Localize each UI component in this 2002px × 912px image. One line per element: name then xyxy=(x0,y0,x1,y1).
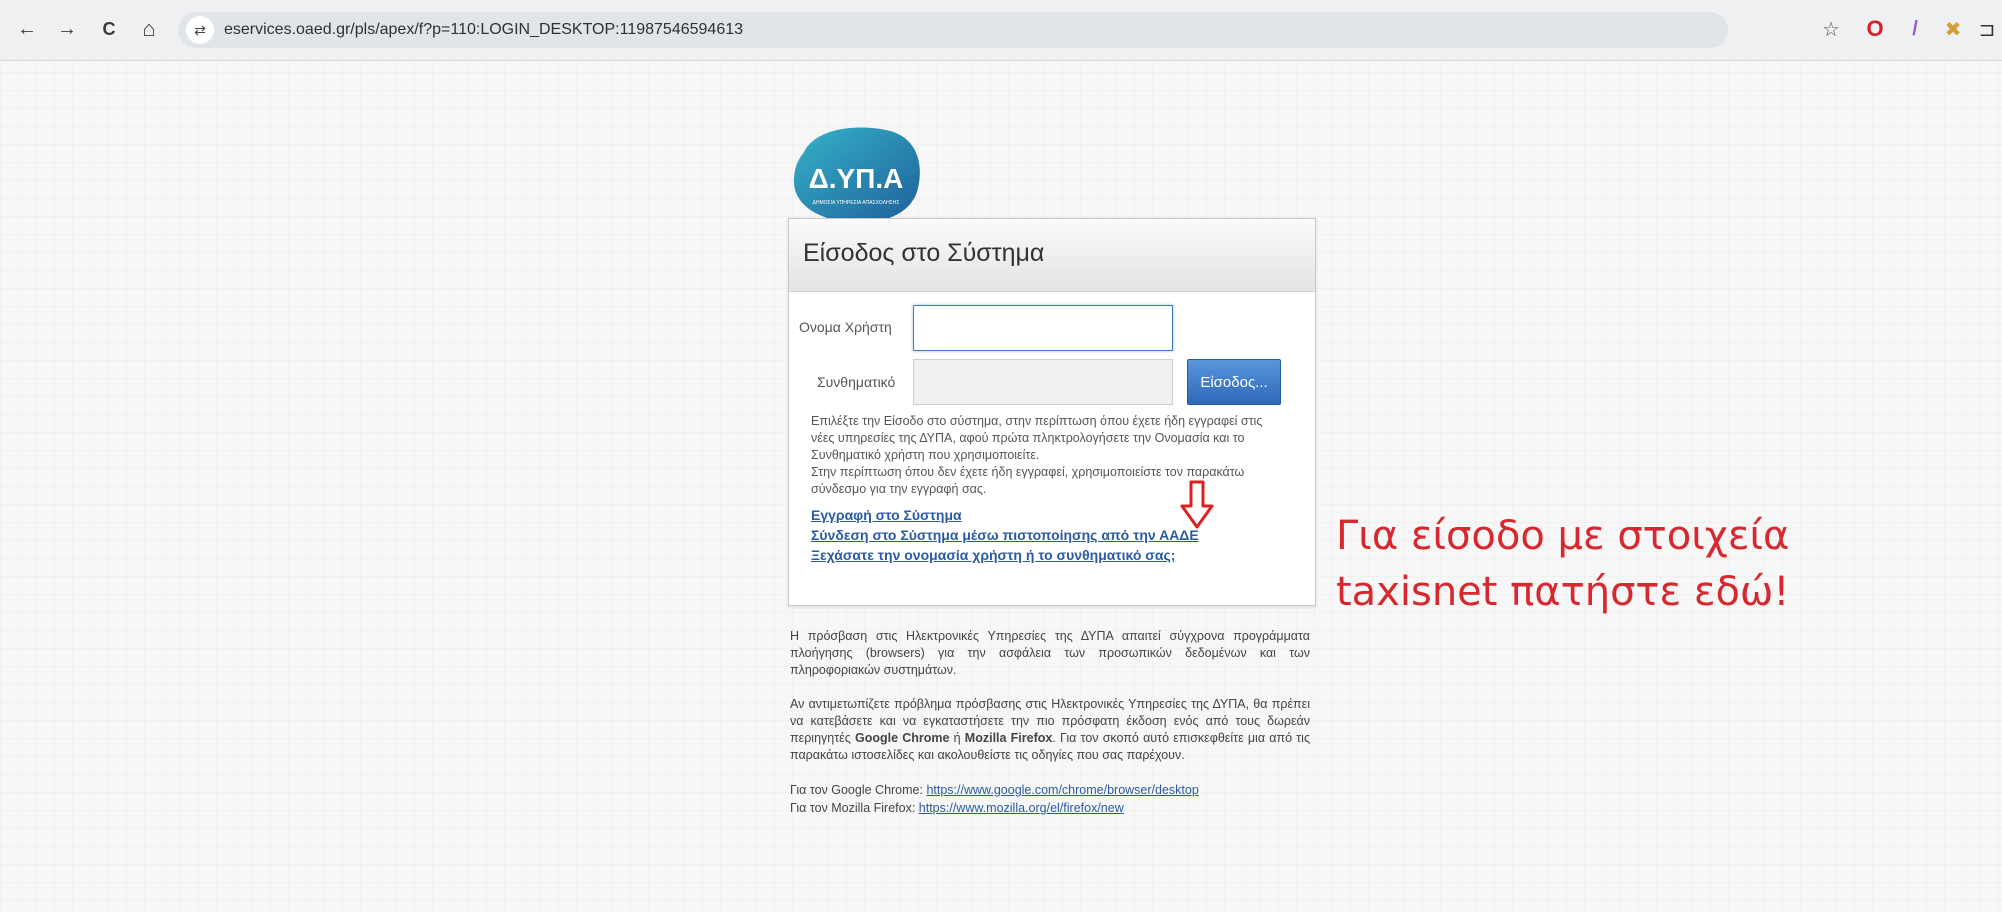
browser-toolbar: ← → C ⌂ ⇄ eservices.oaed.gr/pls/apex/f?p… xyxy=(0,0,2002,61)
username-label: Ονομα Χρήστη xyxy=(799,319,892,335)
site-info-icon[interactable]: ⇄ xyxy=(186,16,214,44)
red-down-arrow-icon xyxy=(1180,480,1214,529)
info-paragraph-1: Η πρόσβαση στις Ηλεκτρονικές Υπηρεσίες τ… xyxy=(790,629,1310,677)
panel-header: Είσοδος στο Σύστημα xyxy=(789,219,1315,292)
firefox-download-line: Για τον Mozilla Firefox: https://www.moz… xyxy=(790,801,1124,815)
login-description: Επιλέξτε την Είσοδο στο σύστημα, στην πε… xyxy=(811,413,1287,498)
reload-icon: C xyxy=(102,18,116,39)
login-links: Εγγραφή στο Σύστημα Σύνδεση στο Σύστημα … xyxy=(811,505,1199,565)
dypa-logo: Δ.ΥΠ.Α ΔΗΜΟΣΙΑ ΥΠΗΡΕΣΙΑ ΑΠΑΣΧΟΛΗΣΗΣ xyxy=(786,122,926,228)
login-button[interactable]: Είσοδος... xyxy=(1187,359,1281,405)
svg-text:Δ.ΥΠ.Α: Δ.ΥΠ.Α xyxy=(809,163,904,194)
pen-extension-icon[interactable]: / xyxy=(1900,14,1930,44)
forward-button[interactable]: → xyxy=(54,16,80,42)
forward-arrow-icon: → xyxy=(57,17,77,40)
username-input[interactable] xyxy=(913,305,1173,351)
home-icon: ⌂ xyxy=(142,16,156,41)
desc-existing-users: Επιλέξτε την Είσοδο στο σύστημα, στην πε… xyxy=(811,414,1263,462)
login-title: Είσοδος στο Σύστημα xyxy=(803,239,1045,267)
reload-button[interactable]: C xyxy=(96,16,122,42)
home-button[interactable]: ⌂ xyxy=(136,16,162,42)
url-text[interactable]: eservices.oaed.gr/pls/apex/f?p=110:LOGIN… xyxy=(224,21,743,39)
firefox-download-link[interactable]: https://www.mozilla.org/el/firefox/new xyxy=(919,801,1124,815)
register-link[interactable]: Εγγραφή στο Σύστημα xyxy=(811,505,1199,525)
tools-extension-icon[interactable]: ✖ xyxy=(1938,14,1968,44)
desc-new-users: Στην περίπτωση όπου δεν έχετε ήδη εγγραφ… xyxy=(811,465,1245,496)
chrome-download-line: Για τον Google Chrome: https://www.googl… xyxy=(790,783,1199,797)
aade-login-link[interactable]: Σύνδεση στο Σύστημα μέσω πιστοποίησης απ… xyxy=(811,525,1199,545)
password-label: Συνθηματικό xyxy=(817,374,896,390)
address-bar[interactable]: ⇄ eservices.oaed.gr/pls/apex/f?p=110:LOG… xyxy=(178,12,1728,48)
back-button[interactable]: ← xyxy=(14,16,40,42)
login-panel: Είσοδος στο Σύστημα Ονομα Χρήστη Συνθημα… xyxy=(788,218,1316,606)
callout-line-2: taxisnet πατήστε εδώ! xyxy=(1336,569,1790,615)
back-arrow-icon: ← xyxy=(17,17,37,40)
svg-text:ΔΗΜΟΣΙΑ ΥΠΗΡΕΣΙΑ ΑΠΑΣΧΟΛΗΣΗΣ: ΔΗΜΟΣΙΑ ΥΠΗΡΕΣΙΑ ΑΠΑΣΧΟΛΗΣΗΣ xyxy=(813,200,900,206)
extensions-puzzle-icon[interactable]: ⊐ xyxy=(1972,14,2002,44)
info-paragraph-2: Αν αντιμετωπίζετε πρόβλημα πρόσβασης στι… xyxy=(790,697,1310,762)
chrome-download-link[interactable]: https://www.google.com/chrome/browser/de… xyxy=(926,783,1198,797)
opera-extension-icon[interactable]: O xyxy=(1860,14,1890,44)
forgot-credentials-link[interactable]: Ξεχάσατε την ονομασία χρήστη ή το συνθημ… xyxy=(811,545,1199,565)
browser-info-section: Η πρόσβαση στις Ηλεκτρονικές Υπηρεσίες τ… xyxy=(790,628,1310,817)
bookmark-star-icon[interactable]: ☆ xyxy=(1816,14,1846,44)
password-input[interactable] xyxy=(913,359,1173,405)
callout-line-1: Για είσοδο με στοιχεία xyxy=(1336,513,1790,559)
taxisnet-callout: Για είσοδο με στοιχεία taxisnet πατήστε … xyxy=(1336,508,1789,620)
